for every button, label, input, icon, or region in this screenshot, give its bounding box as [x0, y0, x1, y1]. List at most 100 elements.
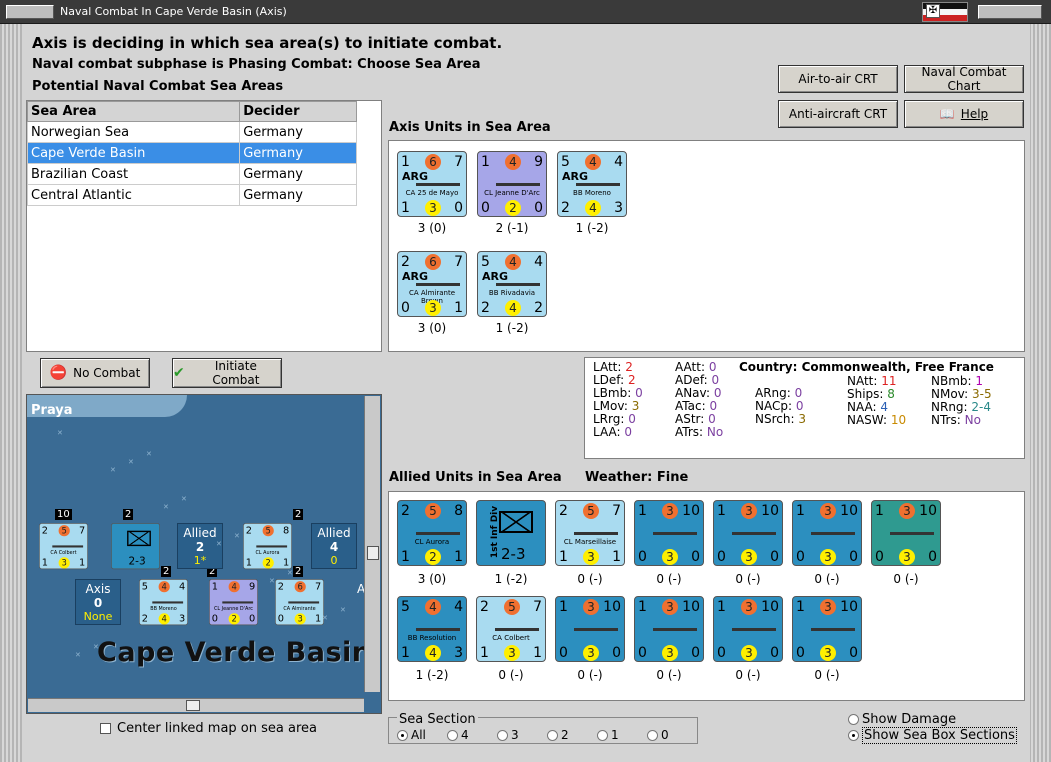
unit-name: CL Marseillaise [563, 538, 617, 546]
unit-counter[interactable]: 1 3 10 0 3 0 [792, 500, 862, 566]
unit-counter[interactable]: 1st Inf Div 2-3 [476, 500, 546, 566]
sea-section-radio[interactable] [597, 730, 608, 741]
show-damage-option[interactable]: Show Damage [848, 712, 956, 727]
air-to-air-crt-button[interactable]: Air-to-air CRT [778, 65, 898, 93]
stat-row: LAtt: 2 [593, 360, 633, 374]
defense-circle: 3 [662, 549, 678, 565]
ship-silhouette-icon [653, 623, 697, 631]
unit-stat: 2 [277, 581, 285, 593]
sea-section-label: Sea Section [397, 712, 478, 727]
unit-counter[interactable]: 1 3 10 0 3 0 [634, 596, 704, 662]
sea-area-row[interactable]: Brazilian Coast Germany [26, 163, 357, 185]
unit-stat: 1 [481, 154, 490, 170]
sea-section-radio[interactable] [497, 730, 508, 741]
sea-section-radio-option[interactable]: All [397, 728, 447, 742]
help-label: Help [960, 107, 989, 121]
defense-circle: 4 [425, 645, 441, 661]
main-content: Axis is deciding in which sea area(s) to… [22, 24, 1030, 762]
unit-counter[interactable]: 2 5 7 CL Marseillaise 1 3 1 [555, 500, 625, 566]
ship-silhouette-icon [732, 527, 776, 535]
sea-section-radio[interactable] [547, 730, 558, 741]
unit-counter[interactable]: 2 5 8 CL Aurora 1 2 1 [397, 500, 467, 566]
sea-section-radio[interactable] [397, 730, 408, 741]
defense-circle: 3 [741, 549, 757, 565]
anti-aircraft-crt-button[interactable]: Anti-aircraft CRT [778, 100, 898, 128]
sea-section-radio[interactable] [447, 730, 458, 741]
unit-stat: 0 [849, 549, 858, 565]
unit-caption: 1 (-2) [575, 221, 609, 235]
unit-name: CL Jeanne D'Arc [213, 605, 254, 612]
defense-circle: 3 [425, 300, 441, 316]
horizontal-scroll-thumb[interactable] [186, 700, 200, 711]
unit-counter[interactable]: 1 3 10 0 3 0 [555, 596, 625, 662]
unit-stat: 3 [178, 613, 186, 625]
right-border [1029, 24, 1051, 762]
unit-counter[interactable]: 2 5 8 CL Aurora 1 2 1 [243, 523, 292, 570]
unit-counter[interactable]: 5 4 4 BB Resolution 1 4 3 [397, 596, 467, 662]
map-vertical-scrollbar[interactable] [364, 396, 380, 692]
defense-circle: 3 [583, 645, 599, 661]
no-combat-button[interactable]: ⛔ No Combat [40, 358, 150, 388]
unit-counter[interactable]: 1 6 7 ARG CA 25 de Mayo 1 3 0 [397, 151, 467, 217]
center-map-option[interactable]: Center linked map on sea area [100, 721, 317, 736]
unit-counter[interactable]: 1 3 10 0 3 0 [713, 596, 783, 662]
sea-section-radio-option[interactable]: 2 [547, 728, 597, 742]
unit-counter[interactable]: 2 6 7 CA Almirante 0 3 1 [275, 579, 324, 626]
unit-counter[interactable]: 1 4 9 CL Jeanne D'Arc 0 2 0 [477, 151, 547, 217]
unit-stat: 1 [41, 557, 49, 569]
unit-counter[interactable]: 5 4 4 ARG BB Rivadavia 2 4 2 [477, 251, 547, 317]
axis-box[interactable]: Axis 0 None [75, 579, 121, 625]
col-header-decider[interactable]: Decider [239, 101, 357, 122]
unit-counter[interactable]: 1 4 9 CL Jeanne D'Arc 0 2 0 [209, 579, 258, 626]
ship-silhouette-icon [653, 527, 697, 535]
map-horizontal-scrollbar[interactable] [28, 698, 364, 712]
sea-section-radio-option[interactable]: 3 [497, 728, 547, 742]
checkmark-icon: ✔ [173, 365, 185, 381]
sea-section-radio[interactable] [647, 730, 658, 741]
unit-counter[interactable]: 1 3 10 0 3 0 [634, 500, 704, 566]
unit-counter[interactable]: 267ARGCA Almirante Brown031 [397, 251, 467, 317]
system-menu-button[interactable] [6, 5, 54, 19]
linked-map[interactable]: Praya Cape Verde Basin 2 5 7 CA Colbert 1 3 1 2… [26, 394, 382, 714]
unit-stat: 3 [614, 200, 623, 216]
unit-counter[interactable]: 1 3 10 0 3 0 [713, 500, 783, 566]
sea-area-row[interactable]: Central Atlantic Germany [26, 184, 357, 206]
sea-section-radio-option[interactable]: 0 [647, 728, 697, 742]
unit-counter[interactable]: 2 5 7 CA Colbert 1 3 1 [476, 596, 546, 662]
unit-stat: 1 [796, 599, 805, 615]
ship-silhouette-icon [811, 527, 855, 535]
unit-stat: 1 [612, 549, 621, 565]
vertical-scroll-thumb[interactable] [367, 546, 379, 560]
unit-counter[interactable]: 5 4 4 BB Moreno 2 4 3 [139, 579, 188, 626]
show-sections-label: Show Sea Box Sections [862, 727, 1017, 744]
unit-counter[interactable]: 2-3 [111, 523, 160, 570]
unit-stat: 2 [561, 200, 570, 216]
show-sections-radio[interactable] [848, 730, 859, 741]
sea-area-row[interactable]: Cape Verde Basin Germany [26, 142, 357, 164]
sea-section-radio-option[interactable]: 1 [597, 728, 647, 742]
naval-combat-chart-button[interactable]: Naval Combat Chart [904, 65, 1024, 93]
initiate-combat-button[interactable]: ✔ Initiate Combat [172, 358, 282, 388]
unit-stat: 0 [248, 613, 256, 625]
unit-caption: 1 (-2) [415, 668, 449, 682]
unit-counter[interactable]: 1 3 10 0 3 0 [792, 596, 862, 662]
col-header-sea-area[interactable]: Sea Area [26, 101, 241, 122]
unit-counter[interactable]: 2 5 7 CA Colbert 1 3 1 [39, 523, 88, 570]
show-damage-radio[interactable] [848, 714, 859, 725]
stat-row: ATrs: No [675, 425, 723, 439]
close-button[interactable] [978, 5, 1042, 19]
allied-box-2[interactable]: Allied 4 0 [311, 523, 357, 569]
unit-name: BB Rivadavia [488, 289, 536, 297]
help-button[interactable]: 📖 Help [904, 100, 1024, 128]
sea-area-row[interactable]: Norwegian Sea Germany [26, 121, 357, 143]
center-map-checkbox[interactable] [100, 723, 111, 734]
unit-caption: 0 (-) [656, 668, 682, 682]
attack-circle: 4 [585, 154, 601, 170]
stat-label: LRrg: [593, 412, 625, 426]
stat-value: 0 [708, 412, 716, 426]
wave-mark-icon: ✕ [340, 606, 346, 614]
unit-counter[interactable]: 1 3 10 0 3 0 [871, 500, 941, 566]
unit-counter[interactable]: 5 4 4 ARG BB Moreno 2 4 3 [557, 151, 627, 217]
sea-section-radio-option[interactable]: 4 [447, 728, 497, 742]
show-sections-option[interactable]: Show Sea Box Sections [848, 727, 1017, 744]
